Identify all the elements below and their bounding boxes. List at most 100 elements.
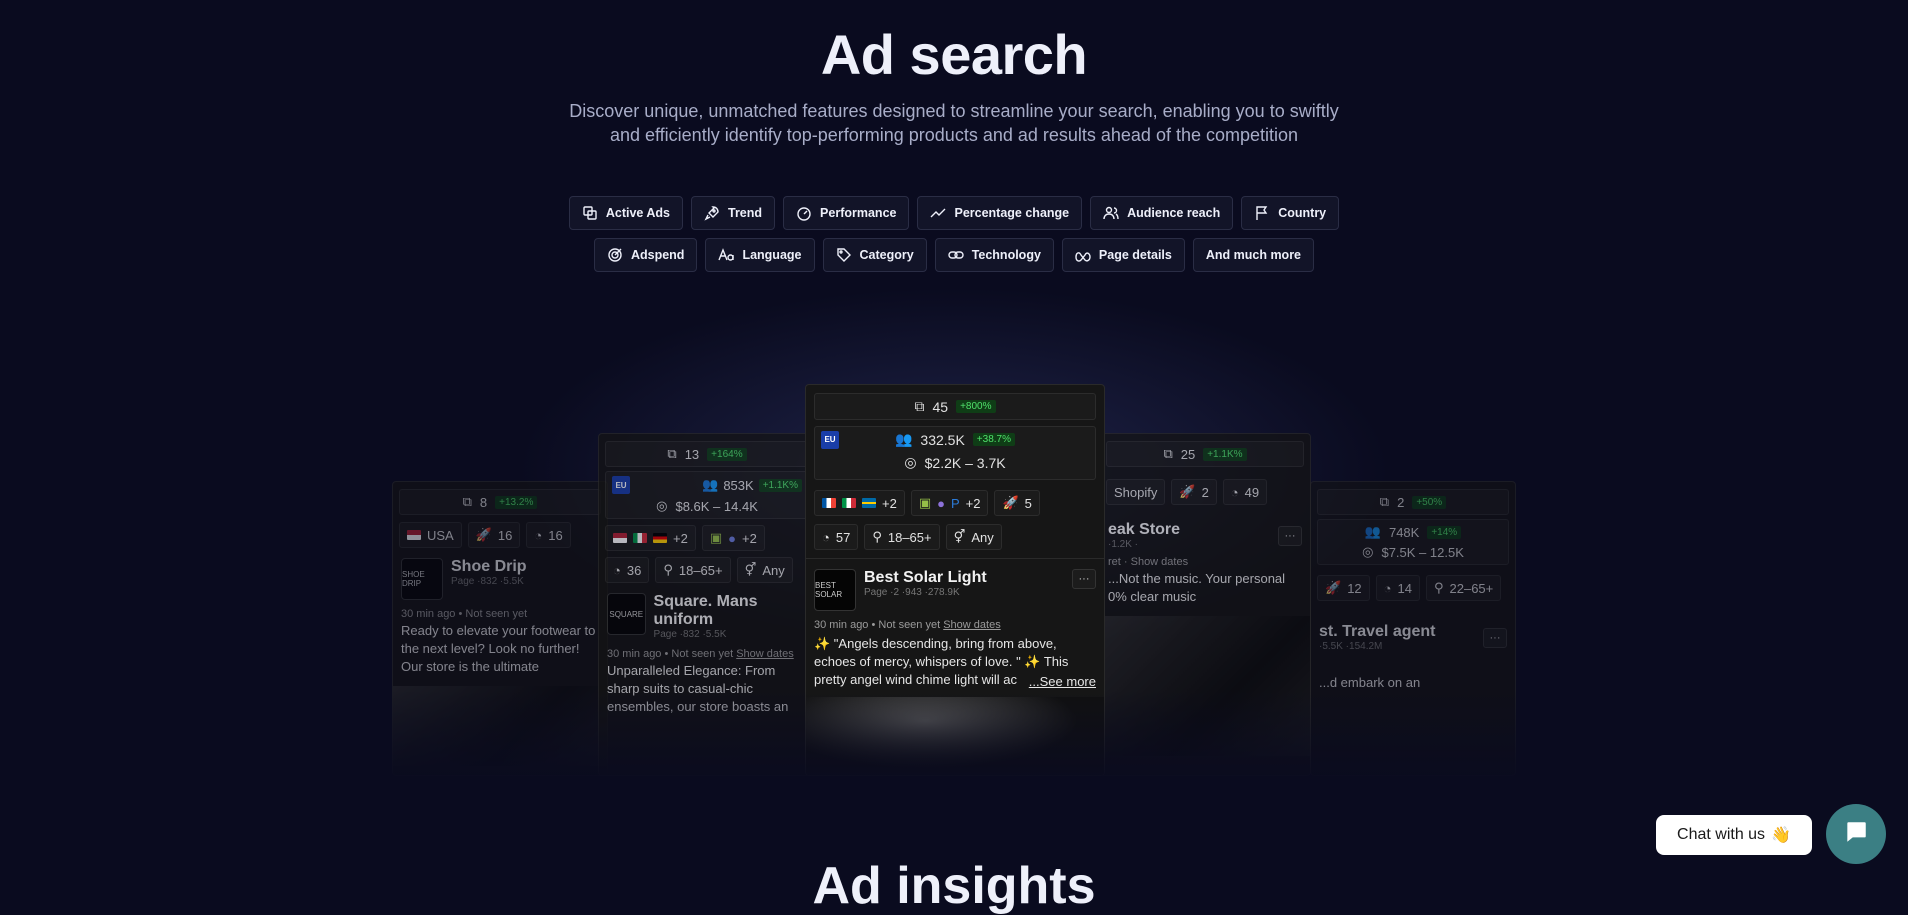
adspend-stat: ◎ $2.2K – 3.7K [821, 454, 1089, 471]
germany-flag-icon [653, 533, 667, 543]
feature-chip-active-ads[interactable]: Active Ads [568, 196, 683, 230]
ad-card-travel-agent[interactable]: ⧉ 2 +50% 👥 748K +14% ◎ $7.5K – 12.5K 🚀 12 ◔ 1… [1310, 481, 1516, 776]
feature-chip-percentage-change[interactable]: Percentage change [917, 196, 1083, 230]
target-icon: ◎ [904, 454, 917, 470]
age-icon: ⚲ [1433, 580, 1444, 595]
ad-card-shoe-drip[interactable]: ⧉ 8 +13.2% USA 🚀 16 ◔ 16 SHOE DRIP Shoe Dr… [392, 481, 608, 776]
more-menu-button[interactable]: ··· [1483, 627, 1507, 648]
us-flag-icon [407, 530, 421, 540]
messenger-icon: ● [937, 495, 945, 511]
reach-value: 853K [723, 477, 754, 493]
more-menu-button[interactable]: ··· [1278, 525, 1302, 546]
active-ads-count: 2 [1397, 494, 1405, 510]
italy-flag-icon [633, 533, 647, 543]
more-tech: +2 [965, 495, 981, 511]
age-icon: ⚲ [663, 562, 673, 577]
tech-pill: ▣ ● P +2 [910, 490, 989, 516]
feature-chips-row-2: Adspend Language Category Technology Pag… [0, 238, 1908, 272]
performance-value: 49 [1244, 484, 1260, 500]
more-menu-button[interactable]: ··· [1072, 569, 1096, 589]
reach-stat: 👥 748K +14% [1324, 524, 1502, 540]
link-icon [947, 247, 964, 263]
ad-media[interactable] [393, 686, 607, 766]
more-countries: +2 [882, 495, 897, 511]
change-badge: +164% [707, 447, 747, 461]
performance-pill: ◔ 57 [814, 524, 859, 550]
ad-card-best-solar-light[interactable]: ⧉ 45 +800% EU 👥 332.5K +38.7% ◎ $2.2K – 3… [805, 384, 1105, 776]
section-subtitle: Discover unique, unmatched features desi… [554, 99, 1354, 147]
rocket-icon: 🚀 [1325, 580, 1342, 595]
page-logo: SHOE DRIP [401, 558, 443, 600]
countries-pill: +2 [605, 525, 696, 551]
feature-chip-and-much-more[interactable]: And much more [1192, 238, 1315, 272]
feature-label: Percentage change [954, 206, 1070, 220]
feature-chip-trend[interactable]: Trend [691, 196, 776, 230]
ad-time-text: 30 min ago • Not seen yet [607, 648, 734, 660]
copy-icon: ⧉ [914, 398, 925, 414]
show-dates-link[interactable]: Show dates [943, 619, 1000, 631]
change-badge: +800% [956, 400, 996, 413]
page-name[interactable]: Best Solar Light [864, 569, 987, 587]
chat-prompt[interactable]: Chat with us 👋 [1656, 815, 1812, 855]
gauge-icon: ◔ [534, 527, 543, 543]
page-name[interactable]: eak Store [1108, 521, 1180, 539]
gender-pill: ⚥ Any [945, 524, 1002, 550]
feature-label: Category [859, 248, 914, 262]
target-icon [607, 247, 623, 263]
gauge-icon: ◔ [613, 562, 621, 578]
feature-chip-page-details[interactable]: Page details [1061, 238, 1185, 272]
page-meta: ·1.2K · [1108, 539, 1139, 550]
copy-icon: ⧉ [667, 446, 677, 461]
performance-pill: ◔ 16 [526, 522, 571, 548]
age-value: 18–65+ [678, 562, 723, 578]
ad-media[interactable] [1100, 616, 1310, 756]
feature-chip-audience-reach[interactable]: Audience reach [1090, 196, 1234, 230]
reach-stat: 👥 853K +1.1K% [702, 477, 802, 493]
see-more-link[interactable]: ...See more [1026, 674, 1096, 689]
section-title: Ad search [820, 23, 1088, 86]
feature-label: Adspend [630, 248, 685, 262]
italy-flag-icon [842, 498, 856, 508]
age-value: 18–65+ [887, 529, 932, 545]
ad-text: ...Not the music. Your personal 0% clear… [1108, 571, 1286, 604]
active-ads-stat: ⧉ 45 +800% [814, 393, 1096, 420]
chat-button[interactable] [1826, 804, 1886, 864]
feature-chip-language[interactable]: Language [705, 238, 815, 272]
page-name[interactable]: st. Travel agent [1319, 623, 1436, 641]
feature-chip-category[interactable]: Category [822, 238, 927, 272]
ad-time-text: 30 min ago • Not seen yet [814, 619, 941, 631]
performance-value: 16 [548, 527, 563, 543]
page-name[interactable]: Square. Mans uniform [654, 593, 807, 629]
target-icon: ◎ [1362, 544, 1374, 559]
change-badge: +1.1K% [1203, 447, 1247, 461]
performance-pill: ◔ 36 [605, 557, 650, 583]
performance-value: 57 [835, 529, 851, 545]
gender-value: Any [762, 562, 785, 578]
feature-chip-adspend[interactable]: Adspend [593, 238, 698, 272]
page-name[interactable]: Shoe Drip [451, 558, 527, 576]
ad-card-freak-store[interactable]: ⧉ 25 +1.1K% Shopify 🚀 2 ◔ 49 eak Store ·1.… [1099, 433, 1311, 776]
feature-chip-country[interactable]: Country [1241, 196, 1340, 230]
adspend-value: $8.6K – 14.4K [675, 498, 758, 514]
france-flag-icon [822, 498, 836, 508]
active-ads-count: 25 [1180, 446, 1196, 462]
trend-pill: 🚀 2 [1171, 479, 1217, 505]
show-dates-link[interactable]: Show dates [736, 648, 793, 660]
country-pill: USA [399, 522, 462, 548]
ad-media[interactable] [806, 697, 1104, 775]
page-logo: BEST SOLAR [814, 569, 856, 611]
copy-icon: ⧉ [462, 494, 472, 509]
trend-pill: 🚀 12 [1317, 575, 1370, 601]
rocket-icon [704, 205, 720, 221]
users-icon: 👥 [894, 431, 913, 447]
feature-chip-technology[interactable]: Technology [934, 238, 1054, 272]
countries-pill: +2 [814, 490, 905, 516]
page-meta: Page ·832 ·5.5K [451, 576, 524, 587]
tag-icon [836, 247, 852, 263]
users-icon: 👥 [1364, 524, 1381, 539]
adspend-stat: ◎ $8.6K – 14.4K [612, 498, 802, 514]
feature-chip-performance[interactable]: Performance [783, 196, 910, 230]
ad-card-square[interactable]: ⧉ 13 +164% EU 👥 853K +1.1K% ◎ $8.6K – 14.4K… [598, 433, 816, 776]
shopify-icon: ▣ [918, 495, 932, 510]
ad-time: 30 min ago • Not seen yet Show dates [607, 648, 807, 660]
